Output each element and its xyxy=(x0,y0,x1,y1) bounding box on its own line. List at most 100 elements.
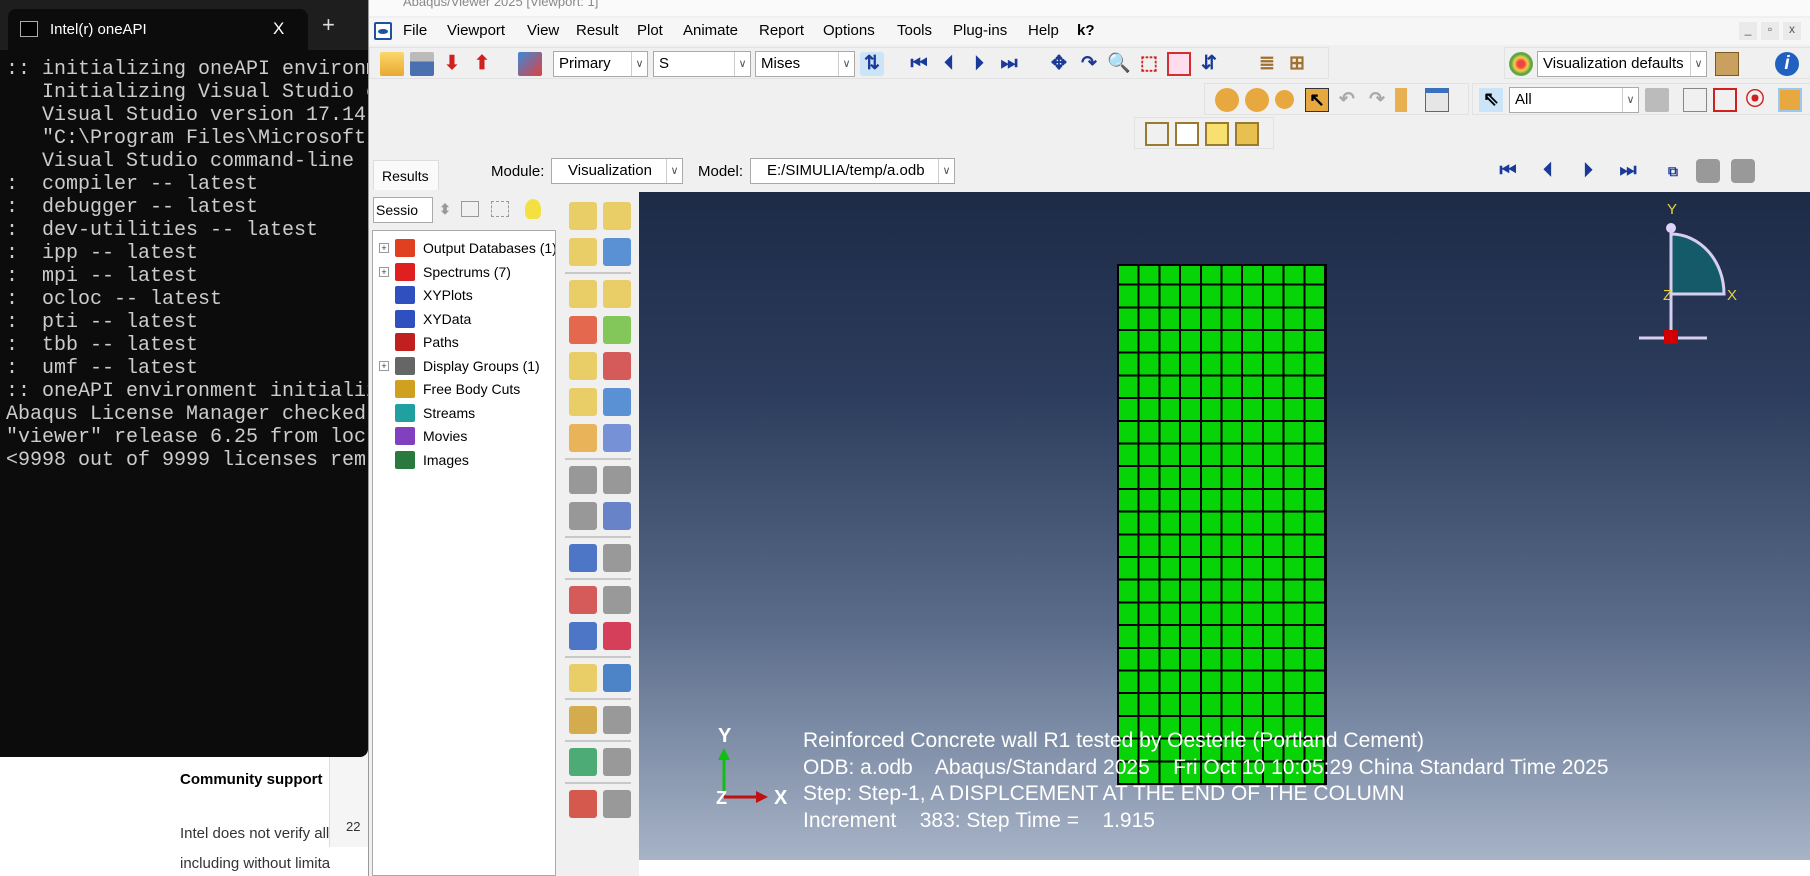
first-frame-icon[interactable]: ⏮ xyxy=(907,52,931,76)
node-select-icon[interactable]: ⦿ xyxy=(1743,88,1767,112)
tab-results[interactable]: Results xyxy=(373,160,439,190)
close-button[interactable]: x xyxy=(1783,22,1801,40)
palette-icon[interactable] xyxy=(1509,52,1533,76)
menu-viewport[interactable]: Viewport xyxy=(447,22,505,39)
close-tab-button[interactable]: X xyxy=(273,19,284,39)
common-options-icon[interactable] xyxy=(603,424,631,452)
module-selector[interactable]: Visualization ∨ xyxy=(551,158,683,184)
wireframe-icon[interactable] xyxy=(1145,122,1169,146)
animation-options-icon[interactable] xyxy=(603,502,631,530)
layers-icon[interactable]: ≣ xyxy=(1255,52,1279,76)
expand-icon[interactable]: + xyxy=(379,360,389,371)
menu-file[interactable]: File xyxy=(403,22,427,39)
filled-icon[interactable] xyxy=(1205,122,1229,146)
open-icon[interactable] xyxy=(380,52,404,76)
view-cut-manager-icon[interactable] xyxy=(603,544,631,572)
import-icon[interactable]: ⬇ xyxy=(440,52,464,76)
tree-item[interactable]: Streams xyxy=(379,402,475,424)
plot-xy-icon[interactable] xyxy=(603,622,631,650)
tree-item[interactable]: XYData xyxy=(379,308,471,330)
invariant-selector[interactable]: Mises ∨ xyxy=(755,51,855,77)
previous-frame-icon[interactable]: ⏴ xyxy=(937,52,961,76)
view-cut-icon[interactable] xyxy=(569,544,597,572)
animate-harmonic-icon[interactable] xyxy=(569,502,597,530)
tree-item[interactable]: Free Body Cuts xyxy=(379,378,520,400)
superimpose-icon[interactable] xyxy=(569,424,597,452)
expand-icon[interactable]: + xyxy=(379,243,389,253)
create-path-icon[interactable] xyxy=(569,622,597,650)
move-up-down-icon[interactable]: ⬍ xyxy=(437,197,453,221)
model-selector[interactable]: E:/SIMULIA/temp/a.odb ∨ xyxy=(750,158,955,184)
free-body-manager-icon[interactable] xyxy=(603,706,631,734)
info-icon[interactable]: i xyxy=(1775,52,1799,76)
query-icon[interactable] xyxy=(1395,88,1419,112)
tree-item[interactable]: + Output Databases (1) xyxy=(379,237,555,259)
render-style-icon[interactable] xyxy=(1715,52,1739,76)
last-frame-icon[interactable]: ⏭ xyxy=(997,52,1021,76)
app-icon[interactable] xyxy=(374,22,392,40)
first-frame-icon[interactable]: ⏮ xyxy=(1496,159,1520,183)
display-group-manager-icon[interactable] xyxy=(603,664,631,692)
lightbulb-icon[interactable] xyxy=(525,199,541,219)
animate-scale-icon[interactable] xyxy=(603,466,631,494)
intersect-icon[interactable] xyxy=(1245,88,1269,112)
deformed-shape-icon[interactable] xyxy=(603,280,631,308)
auto-fit-icon[interactable] xyxy=(1167,52,1191,76)
terminal-window[interactable]: Intel(r) oneAPI X + :: initializing oneA… xyxy=(0,0,368,757)
orientation-options-icon[interactable] xyxy=(603,388,631,416)
session-selector[interactable]: Sessio xyxy=(373,197,433,223)
node-labels-icon[interactable] xyxy=(603,202,631,230)
abaqus-viewer-window[interactable]: Abaqus/Viewer 2025 [Viewport: 1] File Vi… xyxy=(368,0,1810,876)
menu-plug-ins[interactable]: Plug-ins xyxy=(953,22,1007,39)
element-sets-icon[interactable] xyxy=(569,238,597,266)
stream-icon[interactable] xyxy=(569,748,597,776)
create-display-group-icon[interactable] xyxy=(569,664,597,692)
sync-icon[interactable]: ⇅ xyxy=(860,52,884,76)
shaded-icon[interactable] xyxy=(1235,122,1259,146)
free-body-icon[interactable] xyxy=(569,706,597,734)
field-variable-selector[interactable]: S ∨ xyxy=(653,51,751,77)
spectrum-icon[interactable] xyxy=(569,790,597,818)
ladder-icon[interactable]: ⊞ xyxy=(1285,52,1309,76)
material-orientation-icon[interactable] xyxy=(569,388,597,416)
box-zoom-icon[interactable]: ⬚ xyxy=(1137,52,1161,76)
stream-manager-icon[interactable] xyxy=(603,748,631,776)
context-help-button[interactable]: k? xyxy=(1077,22,1095,39)
drag-shape-icon[interactable] xyxy=(1713,88,1737,112)
menu-tools[interactable]: Tools xyxy=(897,22,932,39)
box-select-icon[interactable] xyxy=(1683,88,1707,112)
expand-icon[interactable]: + xyxy=(379,266,389,277)
select-cursor-icon[interactable]: ⇖ xyxy=(1479,88,1503,112)
last-frame-icon[interactable]: ⏭ xyxy=(1616,159,1640,183)
pan-icon[interactable]: ✥ xyxy=(1047,52,1071,76)
hidden-line-icon[interactable] xyxy=(1175,122,1199,146)
restore-button[interactable]: ▫ xyxy=(1761,22,1779,40)
symbol-plot-icon[interactable] xyxy=(569,352,597,380)
filter-icon[interactable] xyxy=(491,201,509,217)
tree-item[interactable]: XYPlots xyxy=(379,284,473,306)
element-labels-icon[interactable] xyxy=(569,202,597,230)
mesh-model[interactable] xyxy=(1117,264,1327,785)
menu-help[interactable]: Help xyxy=(1028,22,1059,39)
terminal-tab[interactable]: Intel(r) oneAPI X xyxy=(8,9,308,50)
next-frame-icon[interactable]: ⏵ xyxy=(967,52,991,76)
contour-options-icon[interactable] xyxy=(603,316,631,344)
redo-icon[interactable]: ↷ xyxy=(1365,88,1389,112)
camera-settings-icon[interactable] xyxy=(1731,159,1755,183)
select-3d-icon[interactable] xyxy=(1778,88,1802,112)
symbol-options-icon[interactable] xyxy=(603,352,631,380)
minimize-button[interactable]: _ xyxy=(1739,22,1757,40)
menu-animate[interactable]: Animate xyxy=(683,22,738,39)
parent-folder-icon[interactable] xyxy=(461,201,479,217)
menu-report[interactable]: Report xyxy=(759,22,804,39)
tree-item[interactable]: Paths xyxy=(379,331,459,353)
print-icon[interactable] xyxy=(410,52,434,76)
view-defaults-selector[interactable]: Visualization defaults ∨ xyxy=(1537,51,1707,77)
menu-plot[interactable]: Plot xyxy=(637,22,663,39)
circle-icon[interactable] xyxy=(1275,90,1294,109)
overlay-plot-icon[interactable]: ⧉ xyxy=(1661,159,1685,183)
selection-options-icon[interactable] xyxy=(1645,88,1669,112)
union-icon[interactable] xyxy=(1215,88,1239,112)
xy-data-manager-icon[interactable] xyxy=(603,586,631,614)
menu-view[interactable]: View xyxy=(527,22,559,39)
